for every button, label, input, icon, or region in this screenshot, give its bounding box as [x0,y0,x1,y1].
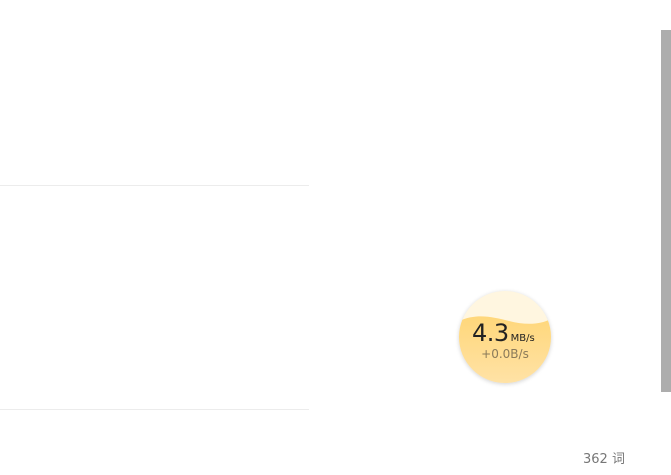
network-speed-ball[interactable]: 4.3 MB/s +0.0B/s [459,291,551,383]
editor-page: 4.3 MB/s +0.0B/s 362 词 [0,0,671,475]
word-count: 362 词 [583,452,625,467]
download-speed-value: 4.3 [472,319,509,347]
scrollbar-thumb[interactable] [661,30,671,392]
section-divider [0,409,309,410]
download-speed-unit: MB/s [510,333,535,344]
download-speed: 4.3 MB/s [472,319,535,347]
section-divider [0,185,309,186]
upload-speed: +0.0B/s [481,347,529,361]
